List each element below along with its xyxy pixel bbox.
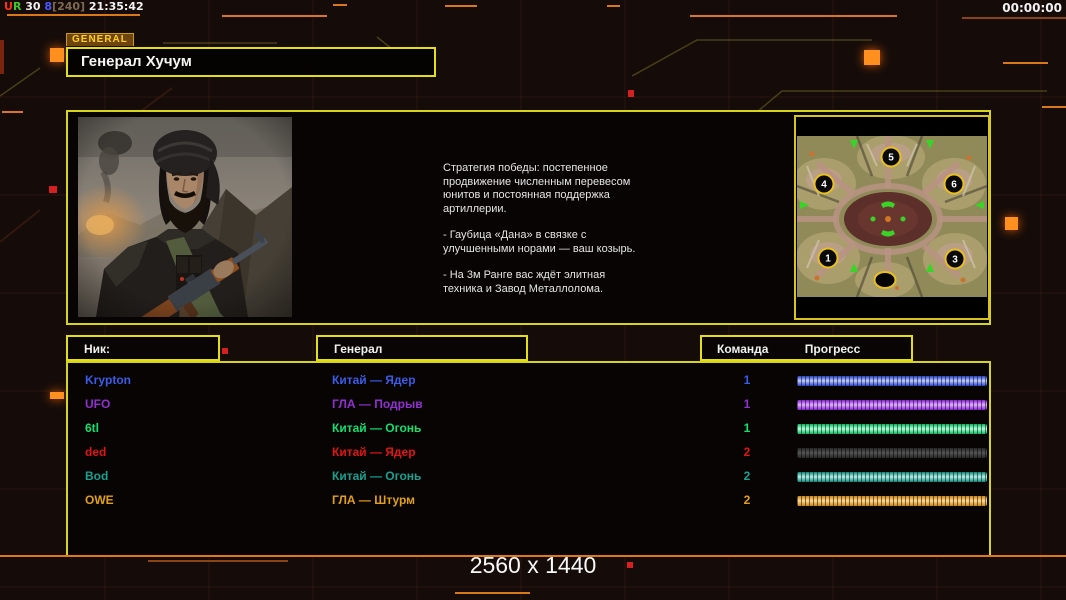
- player-nick: Bod: [85, 469, 109, 483]
- player-progress-bar: [797, 448, 987, 458]
- player-row: Krypton Китай — Ядер 1: [68, 369, 989, 393]
- general-title-box: Генерал Хучум: [66, 47, 436, 77]
- player-row: OWE ГЛА — Штурм 2: [68, 489, 989, 513]
- column-header-team-progress: Команда Прогресс: [700, 335, 913, 361]
- status-fps: 30: [21, 0, 45, 13]
- column-header-general-label: Генерал: [334, 342, 383, 356]
- player-row: UFO ГЛА — Подрыв 1: [68, 393, 989, 417]
- status-overlay-text: UR 30 8[240] 21:35:42: [4, 0, 144, 13]
- column-header-nick-label: Ник:: [84, 342, 111, 356]
- player-general: ГЛА — Подрыв: [332, 397, 423, 411]
- players-table: Krypton Китай — Ядер 1 UFO ГЛА — Подрыв …: [66, 361, 991, 557]
- player-row: Bod Китай — Огонь 2: [68, 465, 989, 489]
- column-header-general: Генерал: [316, 335, 528, 361]
- player-progress-bar: [797, 376, 987, 386]
- status-u: U: [4, 0, 13, 13]
- strategy-paragraph: - Гаубица «Дана» в связке с улучшенными …: [443, 229, 636, 255]
- strategy-text: Стратегия победы: постепенное продвижени…: [443, 162, 643, 309]
- player-row: 6tl Китай — Огонь 1: [68, 417, 989, 441]
- player-general: ГЛА — Штурм: [332, 493, 416, 507]
- status-bracket: [240]: [52, 0, 86, 13]
- player-team: 1: [743, 397, 751, 411]
- column-header-team-label: Команда: [717, 342, 769, 356]
- player-team: 2: [743, 469, 751, 483]
- column-header-progress-label: Прогресс: [804, 342, 861, 356]
- map-spot-number: 4: [821, 180, 827, 191]
- map-spot-number: 3: [952, 255, 958, 266]
- strategy-paragraph: Стратегия победы: постепенное продвижени…: [443, 162, 631, 215]
- player-row: ded Китай — Ядер 2: [68, 441, 989, 465]
- player-team: 2: [743, 493, 751, 507]
- player-nick: UFO: [85, 397, 111, 411]
- match-timer: 00:00:00: [1002, 1, 1062, 15]
- players-rows: Krypton Китай — Ядер 1 UFO ГЛА — Подрыв …: [68, 369, 989, 513]
- minimap-image: 5 4 6 1 3: [797, 136, 987, 297]
- player-progress-bar: [797, 496, 987, 506]
- player-team: 1: [743, 373, 751, 387]
- player-progress-bar: [797, 472, 987, 482]
- player-nick: ded: [85, 445, 107, 459]
- map-spot-number: 6: [951, 180, 957, 191]
- player-general: Китай — Огонь: [332, 421, 422, 435]
- player-general: Китай — Огонь: [332, 469, 422, 483]
- player-general: Китай — Ядер: [332, 373, 416, 387]
- player-progress-bar: [797, 400, 987, 410]
- general-portrait-image: [78, 117, 292, 317]
- resolution-text: 2560 x 1440: [469, 552, 597, 578]
- column-header-nick: Ник:: [66, 335, 220, 361]
- map-spot-empty: [873, 271, 897, 289]
- player-nick: 6tl: [85, 421, 100, 435]
- general-name: Генерал Хучум: [81, 53, 192, 70]
- strategy-paragraph: - На 3м Ранге вас ждёт элитная техника и…: [443, 269, 606, 295]
- general-info-panel: Стратегия победы: постепенное продвижени…: [66, 110, 991, 325]
- player-progress-bar: [797, 424, 987, 434]
- player-nick: Krypton: [85, 373, 131, 387]
- loading-screen: UR 30 8[240] 21:35:42 00:00:00 GENERAL Г…: [0, 0, 1066, 600]
- player-nick: OWE: [85, 493, 114, 507]
- map-spot-number: 1: [825, 254, 831, 265]
- status-clock: 21:35:42: [85, 0, 144, 13]
- map-spot-number: 5: [888, 153, 894, 164]
- player-general: Китай — Ядер: [332, 445, 416, 459]
- minimap: 5 4 6 1 3: [794, 115, 990, 320]
- status-8: 8: [44, 0, 53, 13]
- player-team: 1: [743, 421, 751, 435]
- player-team: 2: [743, 445, 751, 459]
- general-tab: GENERAL: [66, 33, 134, 46]
